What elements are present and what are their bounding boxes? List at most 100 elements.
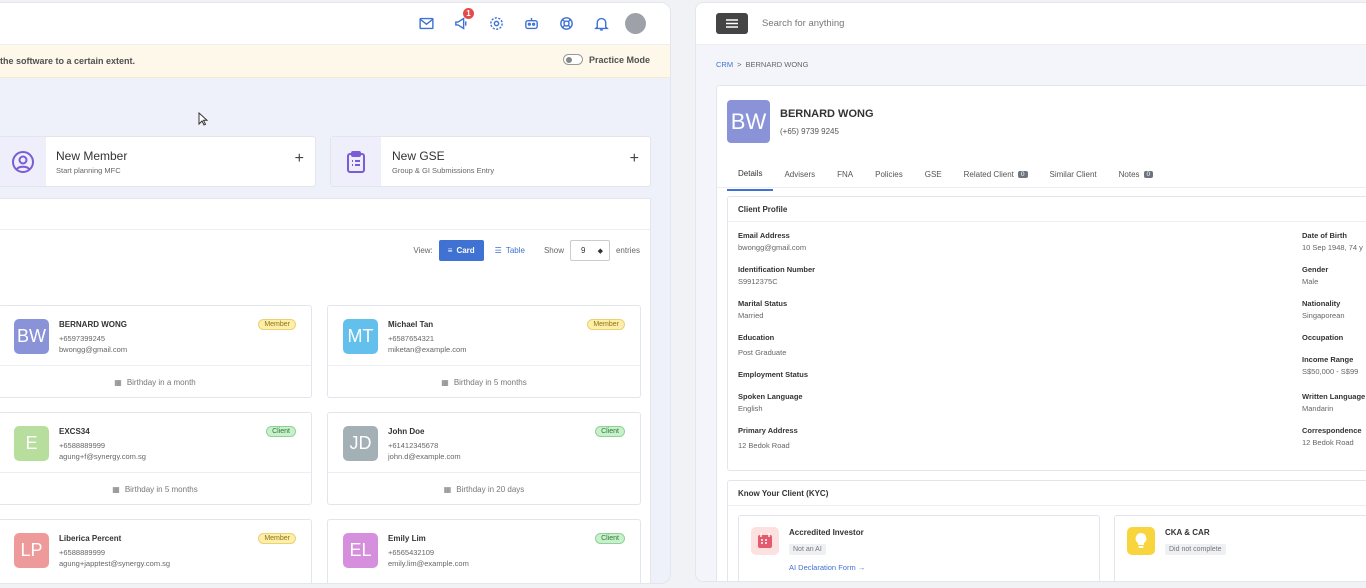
birthday-footer: ▦ Birthday in a month xyxy=(0,365,311,398)
mail-icon[interactable] xyxy=(415,12,437,34)
breadcrumb-crm[interactable]: CRM xyxy=(716,60,733,69)
field-label: Date of Birth xyxy=(1302,231,1347,240)
member-phone: +6597399245 xyxy=(59,334,106,343)
list-lines-icon: ≡ xyxy=(447,246,453,255)
field-label: Marital Status xyxy=(738,299,788,308)
member-avatar: E xyxy=(14,426,49,461)
member-card[interactable]: EL Emily Lim +6565432109 emily.lim@examp… xyxy=(327,519,641,583)
breadcrumb-current: BERNARD WONG xyxy=(745,60,809,69)
field-value: Mandarin xyxy=(1302,404,1334,413)
table-view-button[interactable]: ☰ Table xyxy=(486,240,534,261)
field-value: Singaporean xyxy=(1302,311,1345,320)
settings-icon[interactable] xyxy=(485,12,507,34)
bell-icon[interactable] xyxy=(590,12,612,34)
field-value: 10 Sep 1948, 74 y xyxy=(1302,243,1363,252)
table-view-label: Table xyxy=(505,246,525,255)
hamburger-icon xyxy=(726,19,738,28)
cake-icon: ▦ xyxy=(443,484,452,494)
user-avatar[interactable] xyxy=(625,12,646,34)
new-member-card[interactable]: New Member Start planning MFC + xyxy=(0,136,316,187)
kyc-status: Did not complete xyxy=(1165,544,1226,555)
banner-text: the software to a certain extent. xyxy=(0,56,136,66)
calendar-icon xyxy=(751,527,779,555)
birthday-text: Birthday in 5 months xyxy=(453,377,527,387)
member-phone: +6588889999 xyxy=(59,548,106,557)
member-card[interactable]: MT Michael Tan +6587654321 miketan@examp… xyxy=(327,305,641,398)
announcement-icon[interactable]: 1 xyxy=(450,8,474,34)
field-education: Education Post Graduate xyxy=(738,333,786,357)
notification-badge: 1 xyxy=(463,8,474,19)
new-gse-card[interactable]: New GSE Group & GI Submissions Entry + xyxy=(330,136,651,187)
practice-mode-label: Practice Mode xyxy=(588,54,650,65)
member-name: John Doe xyxy=(388,427,425,436)
help-lifebuoy-icon[interactable] xyxy=(555,12,577,34)
field-nationality: Nationality Singaporean xyxy=(1302,299,1345,320)
member-card[interactable]: E EXCS34 +6588889999 agung+f@synergy.com… xyxy=(0,412,312,505)
status-badge: Member xyxy=(258,319,296,330)
top-bar-icons: 1 xyxy=(415,8,646,34)
member-card[interactable]: BW BERNARD WONG +6597399245 bwongg@gmail… xyxy=(0,305,312,398)
member-phone: +6588889999 xyxy=(59,441,106,450)
field-correspondence: Correspondence 12 Bedok Road xyxy=(1302,426,1362,447)
member-card[interactable]: JD John Doe +61412345678 john.d@example.… xyxy=(327,412,641,505)
field-label: Identification Number xyxy=(738,265,816,274)
robot-icon[interactable] xyxy=(520,12,542,34)
divider xyxy=(0,229,650,230)
tabs-divider xyxy=(717,187,1366,188)
field-value: Post Graduate xyxy=(738,348,787,357)
search-input[interactable]: Search for anything xyxy=(762,18,844,29)
birthday-text: Birthday in 20 days xyxy=(456,484,525,494)
tab-label: Notes xyxy=(1118,170,1140,179)
client-phone: (+65) 9739 9245 xyxy=(780,127,839,136)
tab-count-badge: 0 xyxy=(1143,171,1154,178)
field-employment-status: Employment Status xyxy=(738,370,808,382)
member-card[interactable]: LP Liberica Percent +6588889999 agung+ja… xyxy=(0,519,312,583)
field-date-of-birth: Date of Birth 10 Sep 1948, 74 y xyxy=(1302,231,1363,252)
field-value: English xyxy=(738,404,763,413)
status-badge: Client xyxy=(595,426,625,437)
member-avatar: JD xyxy=(343,426,378,461)
menu-button[interactable] xyxy=(716,13,748,34)
entries-select[interactable]: 9 ◆ xyxy=(569,240,610,261)
practice-mode-control[interactable]: Practice Mode xyxy=(562,54,650,65)
cake-icon: ▦ xyxy=(114,377,122,387)
tab-label: Policies xyxy=(875,170,903,179)
new-member-title: New Member xyxy=(56,149,128,163)
kyc-status: Not an AI xyxy=(789,544,826,555)
entries-label: entries xyxy=(615,246,640,255)
practice-mode-toggle[interactable] xyxy=(562,54,583,65)
ai-declaration-form-link[interactable]: AI Declaration Form → xyxy=(789,563,865,572)
new-gse-plus-icon[interactable]: + xyxy=(630,150,639,168)
field-email: Email Address bwongg@gmail.com xyxy=(738,231,806,252)
card-view-button[interactable]: ≡ Card xyxy=(438,240,484,261)
new-gse-subtitle: Group & GI Submissions Entry xyxy=(392,166,495,175)
status-badge: Client xyxy=(595,533,625,544)
field-written-language: Written Language Mandarin xyxy=(1302,392,1365,413)
client-detail-card: BW BERNARD WONG (+65) 9739 9245 Details … xyxy=(716,85,1366,581)
field-primary-address: Primary Address 12 Bedok Road xyxy=(738,426,798,450)
member-name: Michael Tan xyxy=(388,320,434,329)
birthday-footer: ▦ Birthday in 5 months xyxy=(0,472,311,505)
field-label: Spoken Language xyxy=(738,392,803,401)
member-name: EXCS34 xyxy=(59,427,90,436)
user-circle-icon xyxy=(0,137,46,186)
member-phone: +6565432109 xyxy=(388,548,435,557)
tab-label: FNA xyxy=(837,170,854,179)
birthday-footer: ▦ Birthday in 5 months xyxy=(328,365,640,398)
kyc-card-title: Accredited Investor xyxy=(789,528,864,537)
member-avatar: MT xyxy=(343,319,378,354)
field-income-range: Income Range S$50,000 - S$99 xyxy=(1302,355,1358,376)
cake-icon: ▦ xyxy=(441,377,449,387)
field-value: Male xyxy=(1302,277,1319,286)
member-name: Liberica Percent xyxy=(59,534,122,543)
field-value: 12 Bedok Road xyxy=(738,441,790,450)
show-label: Show xyxy=(543,246,564,255)
member-phone: +6587654321 xyxy=(388,334,435,343)
status-badge: Member xyxy=(587,319,625,330)
member-email: miketan@example.com xyxy=(388,345,467,354)
tab-label: Details xyxy=(738,169,763,178)
field-label: Education xyxy=(738,333,775,342)
section-divider xyxy=(728,221,1366,222)
member-email: bwongg@gmail.com xyxy=(59,345,128,354)
new-member-plus-icon[interactable]: + xyxy=(295,150,304,168)
